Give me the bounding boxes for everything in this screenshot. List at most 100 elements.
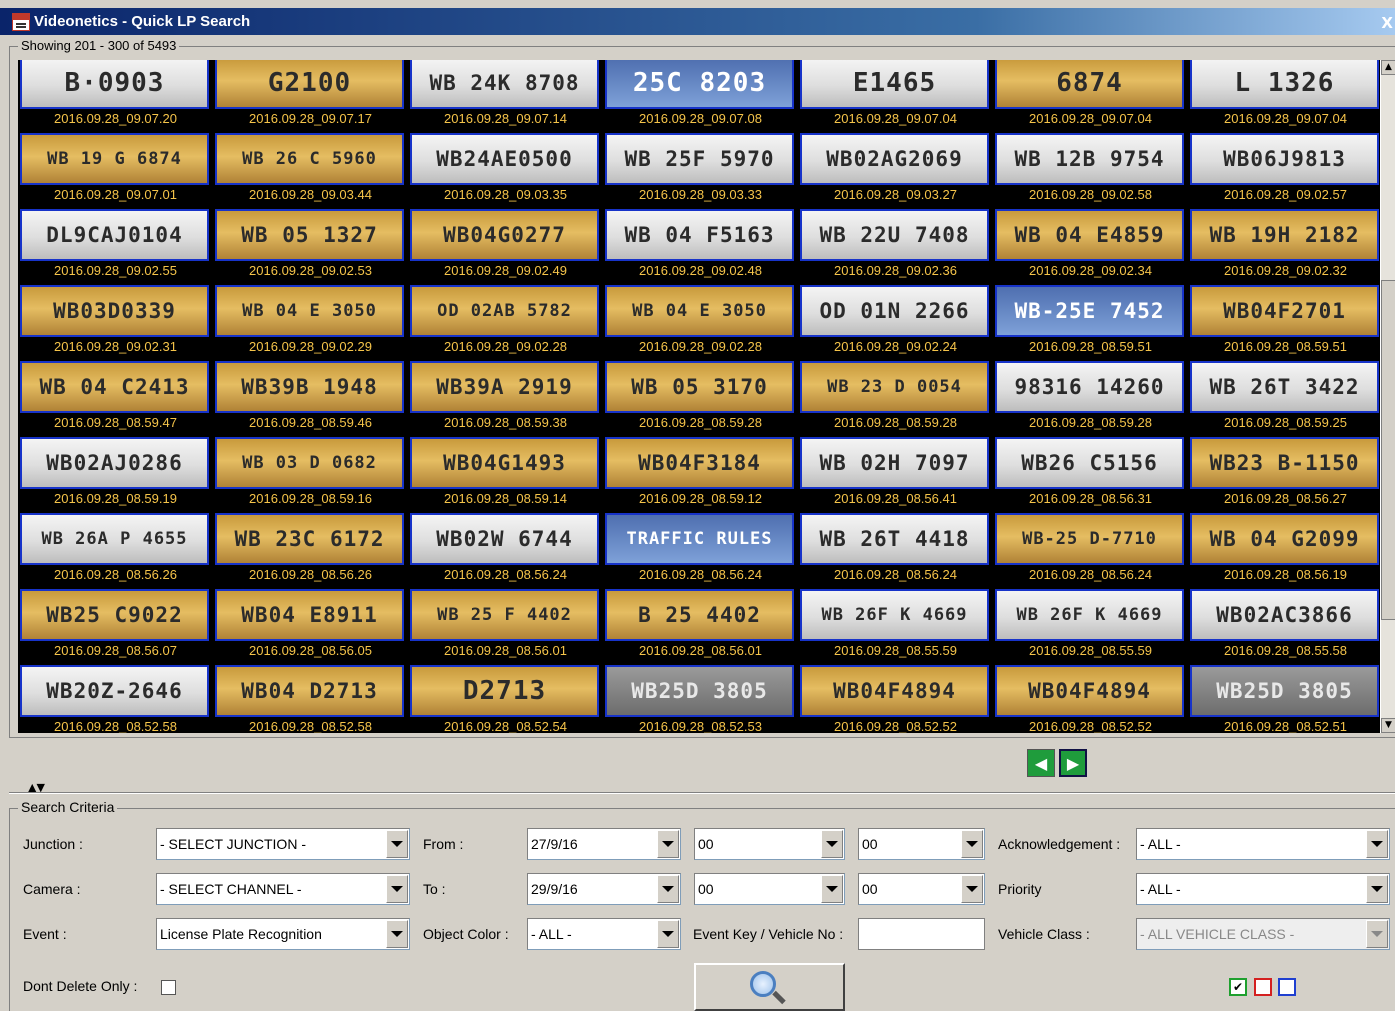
plate-thumbnail[interactable]: WB 26A P 4655 [20, 513, 209, 565]
plate-thumbnail[interactable]: WB04F4894 [995, 665, 1184, 717]
result-tile[interactable]: WB39B 1948 2016.09.28_08.59.46 [213, 359, 408, 435]
result-tile[interactable]: L 1326 2016.09.28_09.07.04 [1188, 60, 1380, 131]
scroll-down-icon[interactable]: ▼ [1381, 718, 1395, 733]
plate-thumbnail[interactable]: WB 12B 9754 [995, 133, 1184, 185]
plate-thumbnail[interactable]: E1465 [800, 60, 989, 109]
chevron-down-icon[interactable] [961, 830, 983, 858]
chevron-down-icon[interactable] [1366, 875, 1388, 903]
result-tile[interactable]: WB 05 1327 2016.09.28_09.02.53 [213, 207, 408, 283]
plate-thumbnail[interactable]: WB 26F K 4669 [995, 589, 1184, 641]
result-tile[interactable]: WB 26T 4418 2016.09.28_08.56.24 [798, 511, 993, 587]
plate-thumbnail[interactable]: WB39B 1948 [215, 361, 404, 413]
plate-thumbnail[interactable]: WB04 D2713 [215, 665, 404, 717]
result-tile[interactable]: WB 25F 5970 2016.09.28_09.03.33 [603, 131, 798, 207]
plate-thumbnail[interactable]: WB25D 3805 [1190, 665, 1379, 717]
result-tile[interactable]: WB 22U 7408 2016.09.28_09.02.36 [798, 207, 993, 283]
result-tile[interactable]: WB 26F K 4669 2016.09.28_08.55.59 [798, 587, 993, 663]
plate-thumbnail[interactable]: WB 23C 6172 [215, 513, 404, 565]
result-tile[interactable]: WB02AG2069 2016.09.28_09.03.27 [798, 131, 993, 207]
plate-thumbnail[interactable]: B 25 4402 [605, 589, 794, 641]
result-tile[interactable]: WB-25E 7452 2016.09.28_08.59.51 [993, 283, 1188, 359]
junction-select[interactable]: - SELECT JUNCTION - [156, 828, 410, 860]
scroll-thumb[interactable] [1381, 280, 1395, 620]
plate-thumbnail[interactable]: TRAFFIC RULES [605, 513, 794, 565]
plate-thumbnail[interactable]: WB 19 G 6874 [20, 133, 209, 185]
result-tile[interactable]: 25C 8203 2016.09.28_09.07.08 [603, 60, 798, 131]
plate-thumbnail[interactable]: WB 05 1327 [215, 209, 404, 261]
to-hour-select[interactable]: 00 [694, 873, 845, 905]
result-tile[interactable]: WB 23C 6172 2016.09.28_08.56.26 [213, 511, 408, 587]
result-tile[interactable]: WB 04 F5163 2016.09.28_09.02.48 [603, 207, 798, 283]
next-page-button[interactable]: ▶ [1059, 749, 1087, 777]
result-tile[interactable]: WB 04 E 3050 2016.09.28_09.02.29 [213, 283, 408, 359]
plate-thumbnail[interactable]: WB 19H 2182 [1190, 209, 1379, 261]
result-tile[interactable]: WB 26 C 5960 2016.09.28_09.03.44 [213, 131, 408, 207]
result-tile[interactable]: WB04 D2713 2016.09.28_08.52.58 [213, 663, 408, 733]
plate-thumbnail[interactable]: WB 25F 5970 [605, 133, 794, 185]
result-tile[interactable]: WB04F4894 2016.09.28_08.52.52 [993, 663, 1188, 733]
plate-thumbnail[interactable]: WB04G0277 [410, 209, 599, 261]
result-tile[interactable]: WB 02H 7097 2016.09.28_08.56.41 [798, 435, 993, 511]
result-tile[interactable]: WB 04 E4859 2016.09.28_09.02.34 [993, 207, 1188, 283]
result-tile[interactable]: WB04G1493 2016.09.28_08.59.14 [408, 435, 603, 511]
plate-thumbnail[interactable]: WB 23 D 0054 [800, 361, 989, 413]
plate-thumbnail[interactable]: B·0903 [20, 60, 209, 109]
result-tile[interactable]: DL9CAJ0104 2016.09.28_09.02.55 [18, 207, 213, 283]
plate-thumbnail[interactable]: WB 02H 7097 [800, 437, 989, 489]
prev-page-button[interactable]: ◀ [1027, 749, 1055, 777]
result-tile[interactable]: WB04F4894 2016.09.28_08.52.52 [798, 663, 993, 733]
plate-thumbnail[interactable]: WB 26F K 4669 [800, 589, 989, 641]
color-checkbox-red[interactable] [1254, 978, 1272, 996]
plate-thumbnail[interactable]: 98316 14260 [995, 361, 1184, 413]
dont-delete-checkbox[interactable] [161, 980, 176, 995]
plate-thumbnail[interactable]: DL9CAJ0104 [20, 209, 209, 261]
chevron-down-icon[interactable] [657, 920, 679, 948]
event-key-input[interactable] [858, 918, 985, 950]
result-tile[interactable]: WB25D 3805 2016.09.28_08.52.51 [1188, 663, 1380, 733]
result-tile[interactable]: G2100 2016.09.28_09.07.17 [213, 60, 408, 131]
plate-thumbnail[interactable]: WB04F3184 [605, 437, 794, 489]
chevron-down-icon[interactable] [657, 875, 679, 903]
plate-thumbnail[interactable]: WB 03 D 0682 [215, 437, 404, 489]
plate-thumbnail[interactable]: WB 26T 4418 [800, 513, 989, 565]
vertical-scrollbar[interactable]: ▲ ▼ [1380, 60, 1395, 733]
result-tile[interactable]: WB 25 F 4402 2016.09.28_08.56.01 [408, 587, 603, 663]
result-tile[interactable]: WB25D 3805 2016.09.28_08.52.53 [603, 663, 798, 733]
result-tile[interactable]: TRAFFIC RULES 2016.09.28_08.56.24 [603, 511, 798, 587]
plate-thumbnail[interactable]: WB02AC3866 [1190, 589, 1379, 641]
result-tile[interactable]: 98316 14260 2016.09.28_08.59.28 [993, 359, 1188, 435]
chevron-down-icon[interactable] [386, 920, 408, 948]
result-tile[interactable]: WB02W 6744 2016.09.28_08.56.24 [408, 511, 603, 587]
result-tile[interactable]: WB02AC3866 2016.09.28_08.55.58 [1188, 587, 1380, 663]
plate-thumbnail[interactable]: D2713 [410, 665, 599, 717]
plate-thumbnail[interactable]: WB 26 C 5960 [215, 133, 404, 185]
plate-thumbnail[interactable]: WB24AE0500 [410, 133, 599, 185]
chevron-down-icon[interactable] [821, 875, 843, 903]
result-tile[interactable]: WB24AE0500 2016.09.28_09.03.35 [408, 131, 603, 207]
chevron-down-icon[interactable] [657, 830, 679, 858]
plate-thumbnail[interactable]: WB 04 E4859 [995, 209, 1184, 261]
to-date-picker[interactable]: 29/9/16 [527, 873, 681, 905]
plate-thumbnail[interactable]: G2100 [215, 60, 404, 109]
result-tile[interactable]: WB03D0339 2016.09.28_09.02.31 [18, 283, 213, 359]
close-icon[interactable]: X [1381, 14, 1393, 32]
plate-thumbnail[interactable]: WB 05 3170 [605, 361, 794, 413]
plate-thumbnail[interactable]: WB 04 E 3050 [215, 285, 404, 337]
result-tile[interactable]: B·0903 2016.09.28_09.07.20 [18, 60, 213, 131]
plate-thumbnail[interactable]: WB 04 E 3050 [605, 285, 794, 337]
result-tile[interactable]: WB 05 3170 2016.09.28_08.59.28 [603, 359, 798, 435]
color-checkbox-blue[interactable] [1278, 978, 1296, 996]
plate-thumbnail[interactable]: WB20Z-2646 [20, 665, 209, 717]
plate-thumbnail[interactable]: WB03D0339 [20, 285, 209, 337]
plate-thumbnail[interactable]: WB04 E8911 [215, 589, 404, 641]
plate-thumbnail[interactable]: 25C 8203 [605, 60, 794, 109]
result-tile[interactable]: WB 19H 2182 2016.09.28_09.02.32 [1188, 207, 1380, 283]
result-tile[interactable]: WB20Z-2646 2016.09.28_08.52.58 [18, 663, 213, 733]
plate-thumbnail[interactable]: WB25 C9022 [20, 589, 209, 641]
result-tile[interactable]: OD 01N 2266 2016.09.28_09.02.24 [798, 283, 993, 359]
from-minute-select[interactable]: 00 [858, 828, 985, 860]
plate-thumbnail[interactable]: WB23 B-1150 [1190, 437, 1379, 489]
result-tile[interactable]: B 25 4402 2016.09.28_08.56.01 [603, 587, 798, 663]
color-checkbox-green[interactable]: ✔ [1229, 978, 1247, 996]
result-tile[interactable]: WB 04 G2099 2016.09.28_08.56.19 [1188, 511, 1380, 587]
